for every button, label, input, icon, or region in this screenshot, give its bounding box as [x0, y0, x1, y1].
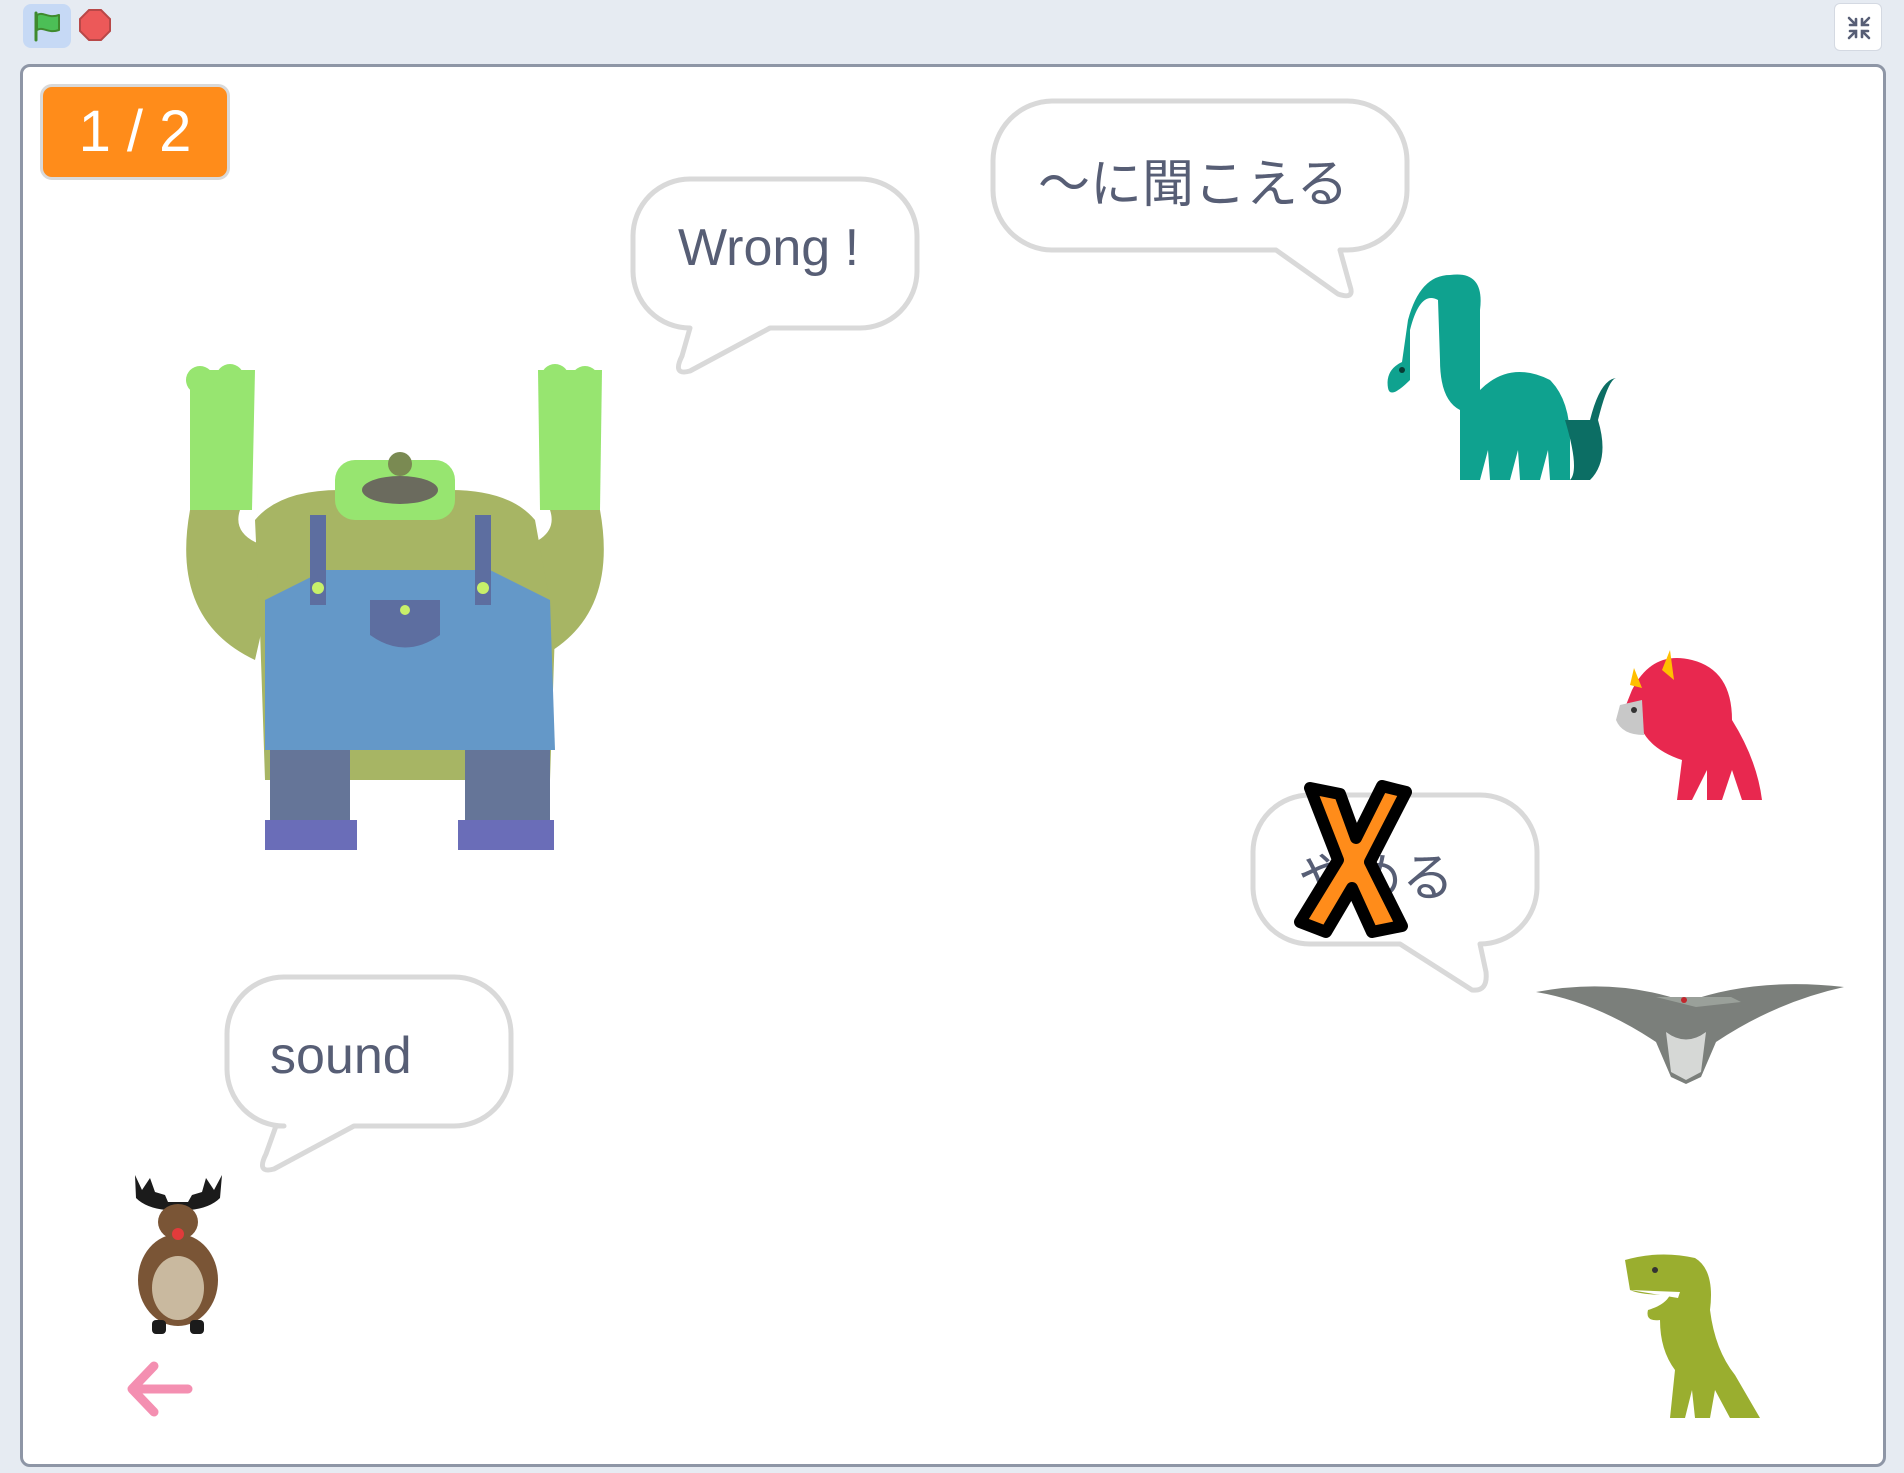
moose-speech-bubble: sound [224, 974, 514, 1179]
stop-button[interactable] [78, 8, 112, 42]
monster-sprite[interactable] [160, 360, 630, 860]
exit-fullscreen-button[interactable] [1834, 3, 1882, 51]
green-flag-icon [34, 11, 60, 42]
moose-sprite[interactable] [130, 1170, 226, 1336]
player-toolbar [0, 0, 1904, 58]
brontosaurus-sprite[interactable] [1380, 270, 1616, 490]
monster-speech-bubble: Wrong ! [630, 176, 920, 381]
back-arrow-button[interactable] [124, 1360, 194, 1418]
moose-speech-text: sound [270, 1027, 412, 1085]
dinosaur-speech-bubble: ～に聞こえる [990, 98, 1410, 303]
green-flag-button[interactable] [23, 4, 71, 48]
question-counter: 1 / 2 [40, 84, 230, 180]
stop-sign-icon [79, 9, 111, 41]
dinosaur-speech-text: ～に聞こえる [1038, 156, 1349, 214]
pterodactyl-sprite[interactable] [1536, 972, 1844, 1092]
monster-speech-text: Wrong ! [678, 219, 860, 277]
back-arrow-icon [127, 1361, 193, 1417]
triceratops-sprite[interactable] [1612, 650, 1764, 810]
x-mark-icon [1290, 780, 1416, 940]
exit-fullscreen-icon [1847, 16, 1871, 40]
trex-sprite[interactable] [1620, 1250, 1760, 1420]
